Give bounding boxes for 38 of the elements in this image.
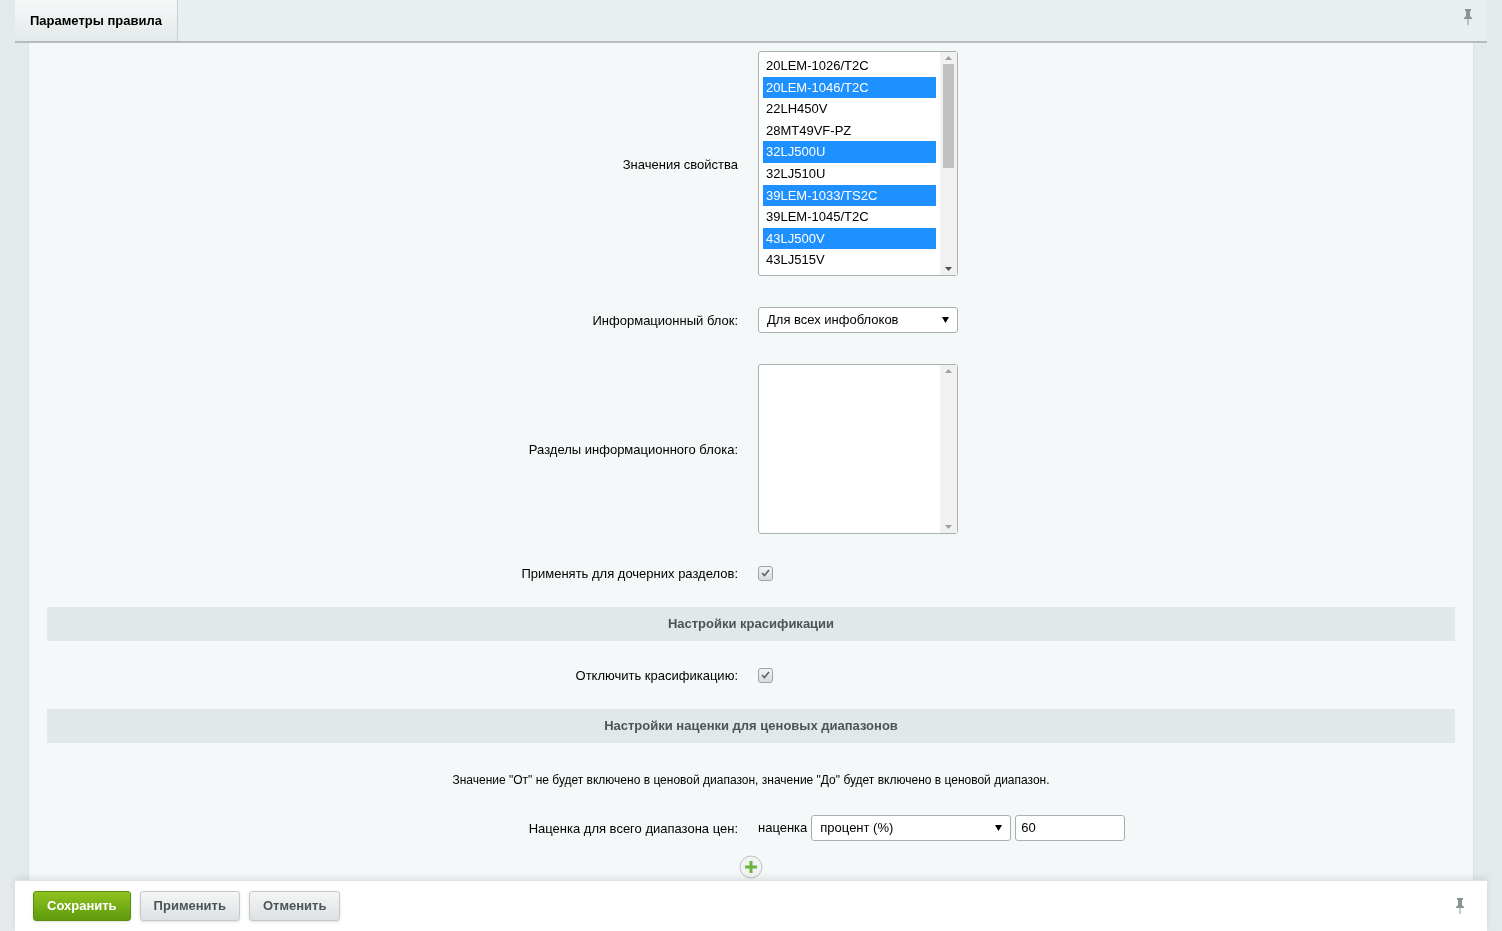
sections-listbox[interactable]	[758, 364, 958, 534]
checkmark-icon	[761, 671, 770, 679]
add-icon[interactable]	[739, 855, 763, 879]
pin-icon[interactable]	[1463, 9, 1473, 25]
checkbox[interactable]	[758, 667, 773, 683]
list-option[interactable]: 32LJ510U	[763, 162, 936, 185]
scroll-down-icon[interactable]	[945, 267, 952, 271]
list-option[interactable]: 43LJ515V	[763, 249, 936, 271]
checkbox[interactable]	[758, 565, 773, 581]
list-option[interactable]: 28MT49VF-PZ	[763, 119, 936, 142]
property-values-listbox[interactable]: 20LEM-1026/T2C 20LEM-1046/T2C 22LH450V 28MT49VF-PZ 32LJ500U 32LJ510U 39LEM-1033/TS2C 39LEM-1045/T2C 43LJ500V 43LJ515V	[758, 51, 958, 276]
scrollbar[interactable]	[940, 365, 957, 533]
field-label: Информационный блок:	[592, 313, 738, 328]
field-label: Наценка для всего диапазона цен:	[528, 821, 738, 836]
list-option[interactable]: 20LEM-1026/T2C	[763, 55, 936, 77]
section-header: Настройки красификации	[47, 607, 1455, 641]
field-label: Значения свойства	[622, 156, 738, 172]
markup-prefix: наценка	[758, 819, 808, 838]
footer-button[interactable]: Отменить	[248, 891, 341, 921]
dropdown-arrow-icon	[942, 317, 949, 323]
markup-value-field[interactable]: 60	[1015, 815, 1126, 841]
checkmark-icon	[761, 569, 770, 577]
field-label: Отключить красификацию:	[575, 668, 738, 683]
field-label: Разделы информационного блока:	[528, 442, 738, 457]
pin-icon[interactable]	[1455, 898, 1465, 914]
section-header: Настройки наценки для ценовых диапазонов	[47, 709, 1455, 743]
dropdown-arrow-icon	[995, 825, 1003, 831]
iblock-select[interactable]: Для всех инфоблоков	[758, 307, 958, 333]
scroll-up-icon[interactable]	[945, 369, 952, 373]
markup-type-select[interactable]: процент (%)	[811, 815, 1012, 841]
field-label: Применять для дочерних разделов:	[521, 566, 738, 581]
note-text: Значение "От" не будет включено в ценовой диапазон, значение "До" будет включено в ценовой диапазон.	[452, 773, 1050, 787]
scroll-up-icon[interactable]	[945, 56, 952, 60]
footer-button[interactable]: Применить	[139, 891, 240, 921]
list-option[interactable]: 22LH450V	[763, 98, 936, 120]
list-option[interactable]: 39LEM-1045/T2C	[763, 206, 936, 228]
tab[interactable]: Параметры правила	[15, 0, 178, 41]
scrollbar[interactable]	[940, 52, 957, 275]
